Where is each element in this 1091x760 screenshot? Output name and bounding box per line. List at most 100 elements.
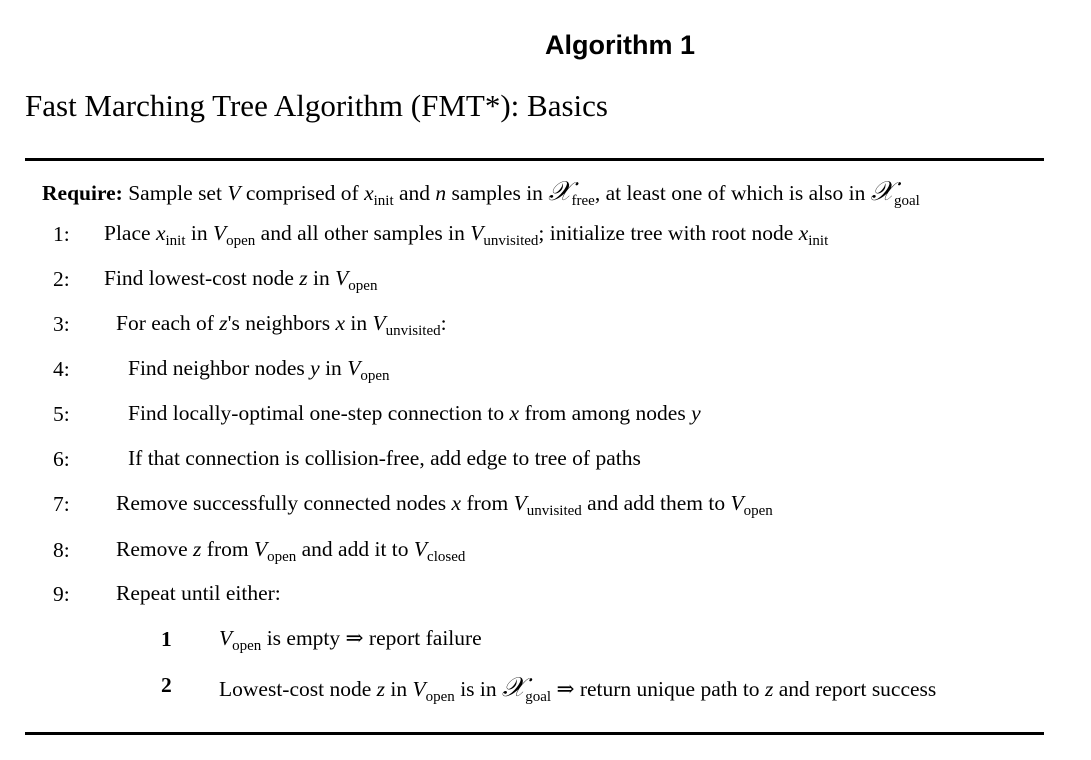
top-rule	[25, 158, 1044, 161]
subscript-open: open	[743, 503, 773, 519]
require-line: Require: Sample set V comprised of xinit…	[42, 176, 920, 209]
var-v: V	[219, 626, 233, 650]
var-v: V	[412, 677, 426, 701]
var-z: z	[764, 677, 774, 701]
case-text: in	[390, 677, 408, 701]
step-text: Find neighbor nodes	[128, 356, 305, 380]
step-text: from	[466, 491, 509, 515]
subscript-goal: goal	[525, 689, 552, 705]
var-v: V	[335, 266, 349, 290]
subscript-closed: closed	[427, 549, 466, 565]
subscript-init: init	[373, 193, 394, 209]
require-text: , at least one of which is also in	[594, 181, 866, 205]
bottom-rule	[25, 732, 1044, 735]
step-text: ; initialize tree with root node	[538, 221, 794, 245]
case-text: is in	[460, 677, 497, 701]
step-number: 8:	[53, 538, 70, 562]
subscript-unvisited: unvisited	[385, 323, 441, 339]
require-text: Sample set	[128, 181, 222, 205]
var-v: V	[513, 491, 527, 515]
step-number: 4:	[53, 357, 70, 381]
var-z: z	[299, 266, 308, 290]
step-text: and add them to	[587, 491, 726, 515]
require-text: comprised of	[245, 181, 359, 205]
step-1-line: Place xinit in Vopen and all other sampl…	[104, 221, 828, 248]
var-x: x	[798, 221, 809, 245]
var-y: y	[310, 356, 320, 380]
var-v: V	[730, 491, 744, 515]
step-number: 1:	[53, 222, 70, 246]
step-text: :	[440, 311, 447, 335]
step-3-line: For each of z's neighbors x in Vunvisite…	[116, 311, 447, 338]
case-number: 1	[161, 627, 172, 651]
var-v: V	[413, 537, 428, 561]
require-text: samples in	[451, 181, 543, 205]
var-x: x	[335, 311, 345, 335]
algorithm-title: Fast Marching Tree Algorithm (FMT*): Bas…	[25, 88, 608, 123]
var-z: z	[219, 311, 228, 335]
calligraphic-x-symbol: 𝒳	[548, 176, 572, 207]
step-7-line: Remove successfully connected nodes x fr…	[116, 491, 773, 518]
subscript-open: open	[348, 278, 378, 294]
step-text: Repeat until either:	[116, 581, 281, 605]
var-v: V	[372, 311, 386, 335]
calligraphic-x-symbol: 𝒳	[502, 672, 526, 703]
var-x: x	[451, 491, 462, 515]
algorithm-heading: Algorithm 1	[544, 30, 695, 60]
step-number: 2:	[53, 267, 70, 291]
step-text: and all other samples in	[260, 221, 465, 245]
var-x: x	[509, 401, 520, 425]
var-z: z	[193, 537, 202, 561]
case-2-line: Lowest-cost node z in Vopen is in 𝒳goal …	[219, 672, 937, 705]
step-5-line: Find locally-optimal one-step connection…	[128, 401, 701, 425]
step-text: Remove	[116, 537, 188, 561]
var-v: V	[212, 221, 227, 245]
var-v: V	[253, 537, 268, 561]
step-text: and add it to	[301, 537, 409, 561]
step-number: 9:	[53, 582, 70, 606]
subscript-unvisited: unvisited	[526, 503, 582, 519]
step-text: If that connection is collision-free, ad…	[128, 446, 641, 470]
step-text: For each of	[116, 311, 214, 335]
calligraphic-x-symbol: 𝒳	[870, 176, 894, 207]
subscript-open: open	[232, 638, 262, 654]
case-text: and report success	[778, 677, 937, 701]
case-number: 2	[161, 673, 172, 697]
subscript-init: init	[808, 233, 829, 249]
step-8-line: Remove z from Vopen and add it to Vclose…	[116, 537, 465, 564]
var-v: V	[347, 356, 361, 380]
require-label: Require:	[42, 181, 123, 205]
step-text: from	[206, 537, 249, 561]
step-4-line: Find neighbor nodes y in Vopen	[128, 356, 390, 383]
step-number: 5:	[53, 402, 70, 426]
step-6-line: If that connection is collision-free, ad…	[128, 446, 641, 470]
step-number: 6:	[53, 447, 70, 471]
var-z: z	[376, 677, 386, 701]
subscript-init: init	[165, 233, 186, 249]
var-n: n	[435, 181, 447, 205]
step-number: 7:	[53, 492, 70, 516]
var-y: y	[691, 401, 701, 425]
case-1-line: Vopen is empty ⇒ report failure	[219, 626, 482, 653]
step-text: Find locally-optimal one-step connection…	[128, 401, 505, 425]
step-text: Remove successfully connected nodes	[116, 491, 447, 515]
step-text: in	[313, 266, 330, 290]
subscript-open: open	[267, 549, 297, 565]
case-text: Lowest-cost node	[219, 677, 372, 701]
step-text: in	[325, 356, 342, 380]
step-text: in	[190, 221, 208, 245]
var-v: V	[470, 221, 484, 245]
step-2-line: Find lowest-cost node z in Vopen	[104, 266, 377, 293]
subscript-open: open	[425, 689, 455, 705]
subscript-unvisited: unvisited	[483, 233, 539, 249]
subscript-open: open	[360, 368, 390, 384]
step-9-line: Repeat until either:	[116, 581, 281, 605]
var-x: x	[364, 181, 374, 205]
case-text: ⇒ return unique path to	[556, 677, 760, 701]
subscript-goal: goal	[893, 193, 920, 209]
step-text: Place	[104, 221, 151, 245]
step-text: 's neighbors	[227, 311, 331, 335]
subscript-open: open	[226, 233, 256, 249]
step-text: from among nodes	[524, 401, 686, 425]
step-text: Find lowest-cost node	[104, 266, 294, 290]
